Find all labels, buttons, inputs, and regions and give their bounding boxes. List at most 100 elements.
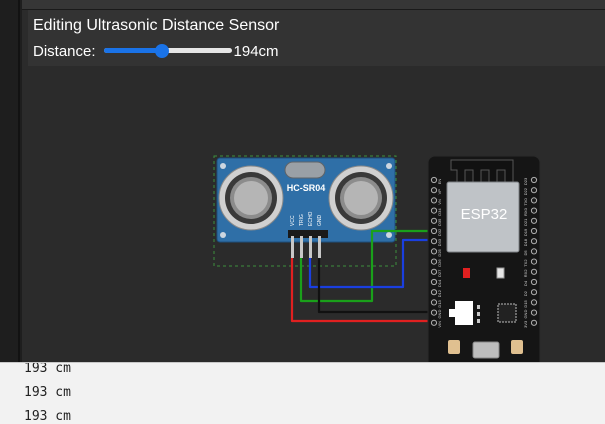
power-led: [463, 268, 470, 278]
left-pin[interactable]: [430, 238, 438, 245]
left-pin-label: D12: [437, 289, 442, 297]
serial-output-line: 193 cm: [24, 409, 71, 424]
right-pin[interactable]: [530, 319, 538, 326]
echo-wire[interactable]: [308, 238, 440, 289]
status-led: [496, 267, 505, 279]
mounting-hole: [220, 232, 226, 238]
pin-label-vcc: VCC: [290, 215, 296, 226]
right-pin-label: D15: [523, 299, 528, 307]
smd-component: [477, 312, 480, 316]
editor-title: Editing Ultrasonic Distance Sensor: [33, 17, 280, 34]
distance-slider[interactable]: [103, 40, 232, 62]
ultrasonic-sensor[interactable]: HC-SR04 VCC TRIG ECHO GND: [213, 155, 397, 267]
right-pin[interactable]: [530, 238, 538, 245]
right-pin[interactable]: [530, 197, 538, 204]
right-pin[interactable]: [530, 187, 538, 194]
left-pin[interactable]: [430, 289, 438, 296]
regulator-tab: [449, 309, 457, 317]
left-pin[interactable]: [430, 207, 438, 214]
left-pin[interactable]: [430, 258, 438, 265]
voltage-regulator: [455, 301, 473, 325]
pin-label-trig: TRIG: [299, 214, 305, 226]
transducer-right: [328, 165, 394, 231]
usb-port: [472, 341, 500, 359]
right-pin-label: D19: [523, 228, 528, 236]
serial-output-line: 193 cm: [24, 385, 71, 400]
right-pin-label: D22: [523, 187, 528, 195]
pin-gnd[interactable]: [318, 236, 321, 258]
mounting-hole: [386, 232, 392, 238]
left-pin-label: D27: [437, 269, 442, 277]
left-pin-label: EN: [437, 179, 442, 185]
right-pin-label: D18: [523, 238, 528, 246]
usb-uart-chip: [497, 303, 517, 323]
left-pin[interactable]: [430, 299, 438, 306]
left-pin-row: EN VP VN D34 D35 D32 D33 D25 D26 D27 D14 D12 D13 GND V…: [430, 176, 442, 328]
right-pin[interactable]: [530, 299, 538, 306]
distance-slider-fill: [103, 48, 162, 53]
right-pin-label: D5: [523, 250, 528, 256]
right-pin-label: D2: [523, 290, 528, 296]
mounting-hole: [386, 163, 392, 169]
esp32-board[interactable]: ESP32 EN VP VN D34 D35 D32 D33 D25 D26 D27 D14 D12 D…: [427, 155, 541, 362]
left-pin[interactable]: [430, 278, 438, 286]
right-pin[interactable]: [530, 248, 538, 255]
distance-row: Distance: 194cm: [33, 40, 279, 62]
left-pin[interactable]: [430, 176, 438, 184]
boot-button[interactable]: [511, 340, 523, 354]
right-pin-label: TX2: [523, 259, 528, 267]
left-rail: [0, 0, 22, 362]
distance-label: Distance:: [33, 42, 96, 60]
left-pin-label: D13: [437, 299, 442, 307]
right-pin[interactable]: [530, 176, 538, 184]
left-pin[interactable]: [430, 197, 438, 204]
transducer-left: [218, 165, 284, 231]
part-editor-panel: Editing Ultrasonic Distance Sensor Dista…: [28, 10, 605, 68]
crystal-oscillator: [284, 161, 326, 179]
left-pin-label: VIN: [437, 321, 442, 328]
left-pin[interactable]: [430, 227, 438, 235]
left-pin[interactable]: [430, 217, 438, 224]
right-pin[interactable]: [530, 278, 538, 286]
mounting-hole: [220, 163, 226, 169]
right-pin[interactable]: [530, 258, 538, 265]
pin-trig[interactable]: [300, 236, 303, 258]
en-button[interactable]: [448, 340, 460, 354]
right-pin-label: GND: [523, 310, 528, 319]
pin-echo[interactable]: [309, 236, 312, 258]
left-pin[interactable]: [430, 248, 438, 255]
circuit-diagram: HC-SR04 VCC TRIG ECHO GND ESP32 ENVPVND3…: [213, 155, 541, 362]
left-pin-label: D33: [437, 238, 442, 246]
left-pin-label: D32: [437, 228, 442, 236]
right-pin[interactable]: [530, 227, 538, 235]
left-pin-label: D26: [437, 259, 442, 267]
pin-vcc[interactable]: [291, 236, 294, 258]
serial-monitor[interactable]: 193 cm 193 cm 193 cm: [0, 362, 605, 424]
left-pin[interactable]: [430, 268, 438, 275]
left-pin-label: D14: [437, 279, 442, 287]
right-pin[interactable]: [530, 289, 538, 296]
pin-label-echo: ECHO: [308, 211, 314, 226]
right-pin-label: D21: [523, 218, 528, 226]
smd-component: [477, 305, 480, 309]
simulation-canvas[interactable]: HC-SR04 VCC TRIG ECHO GND ESP32 EN VP VN…: [22, 66, 605, 362]
right-pin-label: D23: [523, 177, 528, 185]
right-pin[interactable]: [530, 207, 538, 214]
right-pin-label: D4: [523, 280, 528, 286]
right-pin[interactable]: [530, 268, 538, 275]
board-label: ESP32: [461, 206, 508, 223]
left-pin[interactable]: [430, 319, 438, 326]
left-pin-label: D34: [437, 208, 442, 216]
right-pin[interactable]: [530, 309, 538, 316]
left-pin-label: D35: [437, 218, 442, 226]
right-pin[interactable]: [530, 217, 538, 224]
serial-output-line: 193 cm: [24, 362, 71, 376]
left-pin[interactable]: [430, 309, 438, 316]
smd-component: [477, 319, 480, 323]
pin-label-gnd: GND: [317, 215, 323, 227]
left-pin-label: VN: [437, 199, 442, 205]
distance-slider-thumb[interactable]: [154, 44, 169, 58]
left-pin-label: GND: [437, 310, 442, 319]
sensor-model-label: HC-SR04: [287, 183, 326, 193]
left-pin[interactable]: [430, 187, 438, 194]
